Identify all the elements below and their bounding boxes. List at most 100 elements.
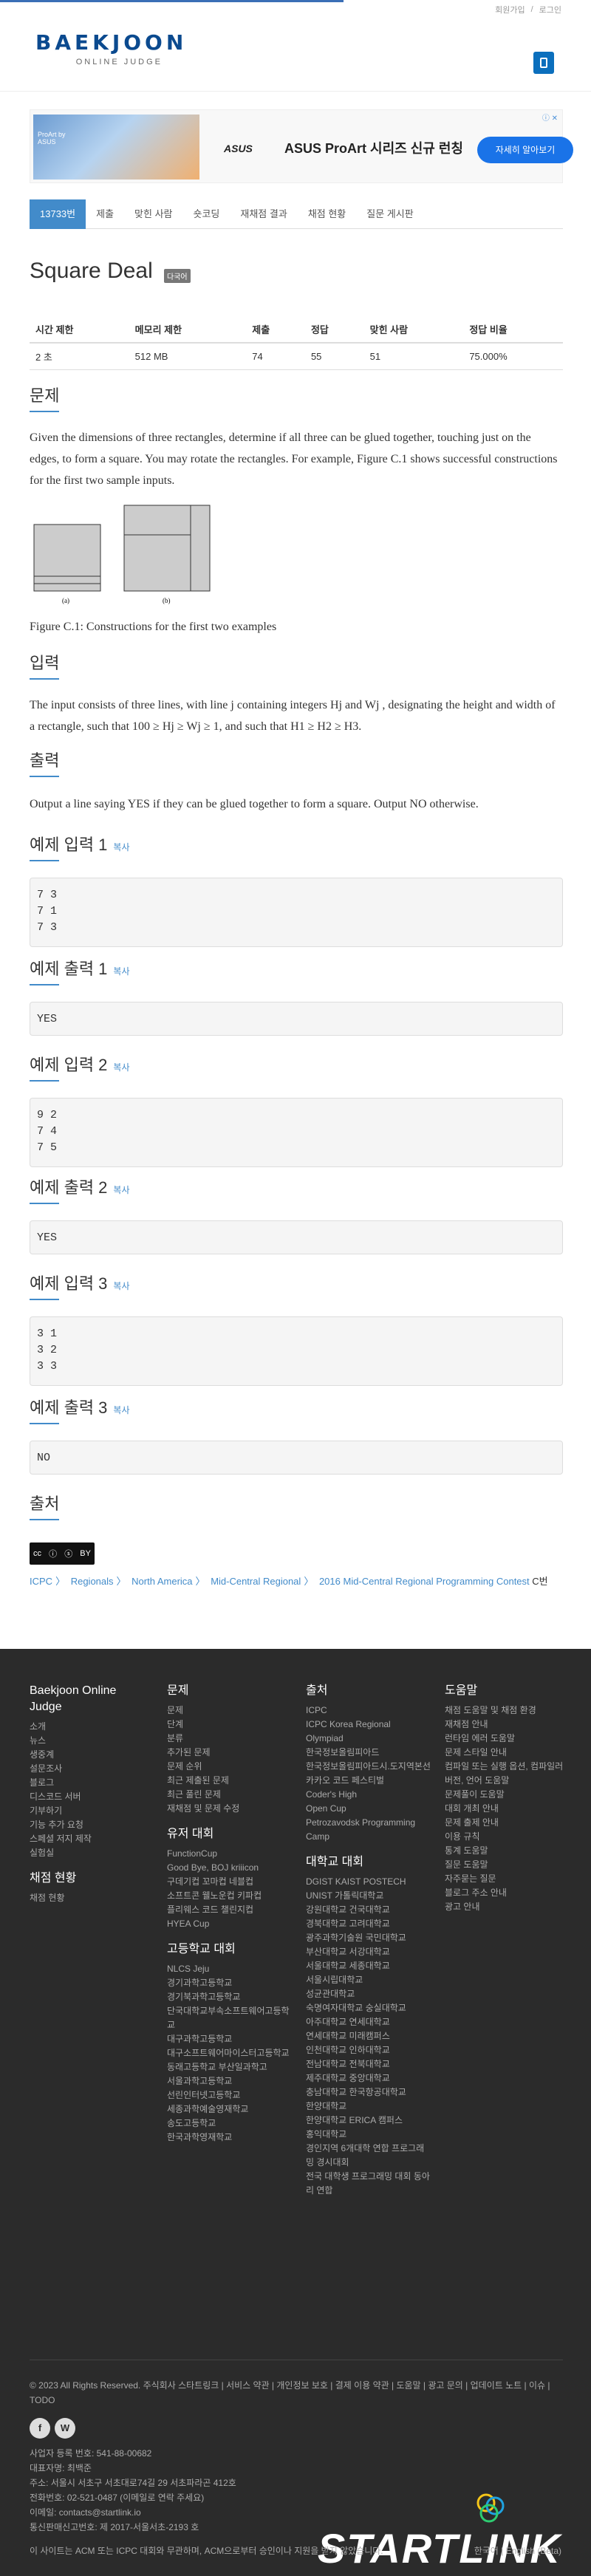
list-item[interactable]: 동래고등학교 부산일과학고 <box>167 2060 293 2074</box>
tab-board[interactable]: 질문 게시판 <box>356 199 423 229</box>
tab-problem-number[interactable]: 13733번 <box>30 199 86 229</box>
tab-rejudge[interactable]: 재채점 결과 <box>230 199 297 229</box>
list-item[interactable]: 서울시립대학교 <box>306 1973 431 1987</box>
list-item[interactable]: 문제 순위 <box>167 1760 293 1774</box>
list-item[interactable]: 뉴스 <box>30 1734 140 1748</box>
footer-list[interactable]: ICPC ICPC Korea Regional Olympiad 한국정보올림피아드… <box>306 1704 431 1844</box>
list-item[interactable]: 분류 <box>167 1732 293 1746</box>
list-item[interactable]: 소개 <box>30 1720 140 1734</box>
list-item[interactable]: 세종과학예술영재학교 <box>167 2102 293 2117</box>
copy-button[interactable]: 복사 <box>113 1185 129 1195</box>
copy-button[interactable]: 복사 <box>113 966 129 977</box>
list-item[interactable]: 광주과학기술원 국민대학교 <box>306 1931 431 1945</box>
list-item[interactable]: 인천대학교 인하대학교 <box>306 2043 431 2057</box>
footer-list[interactable]: FunctionCup Good Bye, BOJ kriiicon 구데기컵 꼬마… <box>167 1847 293 1931</box>
ad-info-icon[interactable]: ⓘ ✕ <box>542 112 558 123</box>
list-item[interactable]: 부산대학교 서강대학교 <box>306 1945 431 1959</box>
source-link-contest[interactable]: 2016 Mid-Central Regional Programming Co… <box>319 1576 530 1587</box>
list-item[interactable]: 경기과학고등학교 <box>167 1976 293 1990</box>
list-item[interactable]: Petrozavodsk Programming Camp <box>306 1816 431 1844</box>
footer-list[interactable]: 채점 도움말 및 채점 환경 재채점 안내 런타임 에러 도움말 문제 스타일 안내 컴… <box>445 1704 564 1914</box>
menu-button[interactable] <box>533 52 554 74</box>
list-item[interactable]: 경인지역 6개대학 연합 프로그래밍 경시대회 <box>306 2142 431 2170</box>
sample-output-3[interactable]: NO <box>30 1441 563 1475</box>
language-switcher[interactable]: 한국어 | English (Beta) <box>474 2544 561 2557</box>
copy-button[interactable]: 복사 <box>113 842 129 853</box>
list-item[interactable]: HYEA Cup <box>167 1917 293 1931</box>
list-item[interactable]: 플리웨스 코드 챌린지컵 <box>167 1903 293 1917</box>
footer-list[interactable]: 소개 뉴스 생중계 설문조사 블로그 디스코드 서버 기부하기 기능 추가 요청 스페셜 저지 … <box>30 1720 140 1860</box>
list-item[interactable]: 문제 출제 안내 <box>445 1816 564 1830</box>
signup-link[interactable]: 회원가입 <box>495 4 525 16</box>
facebook-icon[interactable]: f <box>30 2418 50 2439</box>
sample-input-2[interactable]: 9 2 7 4 7 5 <box>30 1098 563 1167</box>
ad-cta-button[interactable]: 자세히 알아보기 <box>477 137 573 163</box>
list-item[interactable]: 통계 도움말 <box>445 1844 564 1858</box>
list-item[interactable]: 서울대학교 세종대학교 <box>306 1959 431 1973</box>
list-item[interactable]: 채점 도움말 및 채점 환경 <box>445 1704 564 1718</box>
list-item[interactable]: 선린인터넷고등학교 <box>167 2088 293 2102</box>
list-item[interactable]: 구데기컵 꼬마컵 네블컵 <box>167 1875 293 1889</box>
table-cell[interactable]: 74 <box>246 343 305 370</box>
list-item[interactable]: 한양대학교 <box>306 2100 431 2114</box>
ad-banner[interactable]: ProArt by ASUS ASUS ASUS ProArt 시리즈 신규 런… <box>30 109 573 183</box>
list-item[interactable]: Open Cup <box>306 1802 431 1816</box>
list-item[interactable]: 문제풀이 도움말 <box>445 1788 564 1802</box>
copy-button[interactable]: 복사 <box>113 1405 129 1415</box>
list-item[interactable]: 대회 개최 안내 <box>445 1802 564 1816</box>
list-item[interactable]: Coder's High <box>306 1788 431 1802</box>
list-item[interactable]: 한국과학영재학교 <box>167 2131 293 2145</box>
list-item[interactable]: 채점 현황 <box>30 1891 140 1905</box>
list-item[interactable]: 스페셜 저지 제작 <box>30 1832 140 1846</box>
source-link-icpc[interactable]: ICPC <box>30 1576 52 1587</box>
list-item[interactable]: 재채점 안내 <box>445 1718 564 1732</box>
list-item[interactable]: 실험실 <box>30 1846 140 1860</box>
list-item[interactable]: 서울과학고등학교 <box>167 2074 293 2088</box>
list-item[interactable]: 문제 <box>167 1704 293 1718</box>
tab-status[interactable]: 채점 현황 <box>298 199 356 229</box>
copy-button[interactable]: 복사 <box>113 1281 129 1291</box>
list-item[interactable]: 대구소프트웨어마이스터고등학교 <box>167 2046 293 2060</box>
sample-output-1[interactable]: YES <box>30 1002 563 1036</box>
footer-list[interactable]: DGIST KAIST POSTECH UNIST 가톨릭대학교 강원대학교 건국… <box>306 1875 431 2198</box>
list-item[interactable]: 대구과학고등학교 <box>167 2032 293 2046</box>
sample-output-2[interactable]: YES <box>30 1220 563 1254</box>
copy-button[interactable]: 복사 <box>113 1062 129 1073</box>
wordpress-icon[interactable]: W <box>55 2418 75 2439</box>
list-item[interactable]: Good Bye, BOJ kriiicon <box>167 1861 293 1875</box>
list-item[interactable]: NLCS Jeju <box>167 1962 293 1976</box>
list-item[interactable]: 성균관대학교 <box>306 1987 431 2001</box>
list-item[interactable]: 설문조사 <box>30 1762 140 1776</box>
footer-list[interactable]: 문제 단계 분류 추가된 문제 문제 순위 최근 제출된 문제 최근 풀린 문제 재채점 및 … <box>167 1704 293 1816</box>
cc-license-badge[interactable]: cc ⓘ ⓢ BY <box>30 1542 95 1565</box>
list-item[interactable]: 전남대학교 전북대학교 <box>306 2057 431 2071</box>
sample-input-3[interactable]: 3 1 3 2 3 3 <box>30 1316 563 1386</box>
source-link-north-america[interactable]: North America <box>131 1576 192 1587</box>
list-item[interactable]: 재채점 및 문제 수정 <box>167 1802 293 1816</box>
source-link-mid-central[interactable]: Mid-Central Regional <box>211 1576 301 1587</box>
list-item[interactable]: ICPC <box>306 1704 431 1718</box>
list-item[interactable]: 연세대학교 미래캠퍼스 <box>306 2029 431 2043</box>
list-item[interactable]: 한국정보올림피아드시.도지역본선 <box>306 1760 431 1774</box>
list-item[interactable]: 단국대학교부속소프트웨어고등학교 <box>167 2004 293 2032</box>
list-item[interactable]: 기능 추가 요청 <box>30 1818 140 1832</box>
list-item[interactable]: 문제 스타일 안내 <box>445 1746 564 1760</box>
list-item[interactable]: 런타임 에러 도움말 <box>445 1732 564 1746</box>
tab-solved-users[interactable]: 맞힌 사람 <box>124 199 182 229</box>
list-item[interactable]: 추가된 문제 <box>167 1746 293 1760</box>
list-item[interactable]: 송도고등학교 <box>167 2117 293 2131</box>
list-item[interactable]: 디스코드 서버 <box>30 1790 140 1804</box>
list-item[interactable]: ICPC Korea Regional <box>306 1718 431 1732</box>
list-item[interactable]: 이용 규칙 <box>445 1830 564 1844</box>
list-item[interactable]: 전국 대학생 프로그래밍 대회 동아리 연합 <box>306 2170 431 2198</box>
list-item[interactable]: 강원대학교 건국대학교 <box>306 1903 431 1917</box>
list-item[interactable]: 최근 제출된 문제 <box>167 1774 293 1788</box>
list-item[interactable]: Olympiad <box>306 1732 431 1746</box>
list-item[interactable]: 기부하기 <box>30 1804 140 1818</box>
footer-list[interactable]: 채점 현황 <box>30 1891 140 1905</box>
list-item[interactable]: 단계 <box>167 1718 293 1732</box>
list-item[interactable]: 광고 안내 <box>445 1900 564 1914</box>
list-item[interactable]: 자주묻는 질문 <box>445 1872 564 1886</box>
list-item[interactable]: 컴파일 또는 실행 옵션, 컴파일러 버전, 언어 도움말 <box>445 1760 564 1788</box>
list-item[interactable]: DGIST KAIST POSTECH UNIST 가톨릭대학교 <box>306 1875 431 1903</box>
